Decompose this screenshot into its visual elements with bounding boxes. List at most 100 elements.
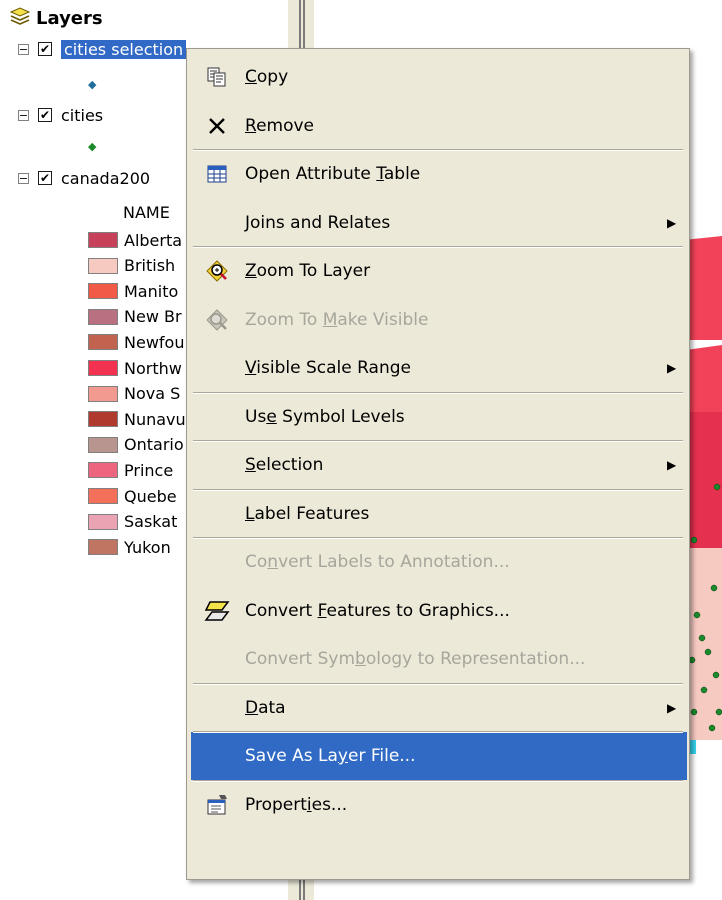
menu-item-label: Properties...	[245, 794, 348, 815]
submenu-arrow-icon: ▶	[667, 361, 677, 375]
copy-icon	[191, 53, 243, 101]
legend-swatch[interactable]	[88, 513, 118, 530]
menu-item-data[interactable]: Data ▶	[191, 684, 687, 732]
layer-row-cities[interactable]: − ✔ cities	[18, 103, 103, 127]
menu-icon-slot	[191, 393, 243, 441]
legend-item[interactable]: Nova S	[88, 384, 180, 404]
menu-item-label: Open Attribute Table	[245, 164, 421, 184]
menu-separator	[193, 391, 683, 394]
legend-item[interactable]: New Br	[88, 307, 182, 327]
menu-separator	[193, 488, 683, 491]
menu-item-convert-labels-to-annotation: Convert Labels to Annotation...	[191, 538, 687, 586]
layer-visibility-checkbox[interactable]: ✔	[38, 171, 52, 185]
menu-item-properties[interactable]: Properties...	[191, 781, 687, 829]
menu-separator	[193, 149, 683, 151]
legend-swatch[interactable]	[88, 488, 118, 504]
legend-item[interactable]: Alberta	[88, 230, 182, 250]
menu-item-zoom-to-make-visible: Zoom To Make Visible	[191, 296, 687, 344]
legend-swatch[interactable]	[88, 334, 118, 351]
menu-item-label: Label Features	[245, 503, 370, 524]
menu-item-selection[interactable]: Selection ▶	[191, 441, 687, 489]
legend-item[interactable]: Manito	[88, 281, 178, 301]
menu-item-label: Zoom To Layer	[245, 261, 371, 281]
menu-separator	[193, 246, 683, 248]
table-icon	[191, 150, 243, 198]
layers-icon	[9, 7, 31, 30]
legend-swatch[interactable]	[88, 436, 118, 453]
menu-icon-slot	[191, 635, 243, 683]
legend-label: Saskat	[124, 512, 178, 532]
submenu-arrow-icon: ▶	[667, 215, 677, 230]
menu-item-label: Copy	[245, 67, 289, 87]
menu-item-label: Joins and Relates	[245, 212, 391, 233]
legend-field-name: NAME	[123, 203, 170, 222]
menu-item-label: Convert Features to Graphics...	[245, 600, 510, 621]
menu-item-label: Convert Symbology to Representation...	[245, 649, 586, 669]
collapse-toggle[interactable]: −	[18, 43, 29, 55]
layer-visibility-checkbox[interactable]: ✔	[38, 42, 52, 56]
legend-swatch[interactable]	[88, 308, 118, 325]
menu-separator	[193, 682, 683, 685]
menu-item-label-features[interactable]: Label Features	[191, 490, 687, 538]
menu-icon-slot	[191, 344, 243, 392]
menu-separator	[193, 731, 683, 733]
menu-item-use-symbol-levels[interactable]: Use Symbol Levels	[191, 393, 687, 441]
legend-label: Nova S	[124, 384, 181, 404]
legend-swatch[interactable]	[88, 360, 118, 376]
legend-item[interactable]: Ontario	[88, 435, 184, 455]
menu-icon-slot	[191, 490, 243, 538]
legend-label: Alberta	[124, 230, 183, 250]
legend-label: Northw	[124, 358, 182, 378]
menu-icon-slot	[191, 684, 243, 732]
zoom-make-visible-icon	[191, 296, 243, 344]
collapse-toggle[interactable]: −	[18, 172, 29, 184]
menu-item-label: Data	[245, 697, 286, 718]
convert-graphics-icon	[191, 587, 243, 635]
menu-item-visible-scale-range[interactable]: Visible Scale Range ▶	[191, 344, 687, 392]
collapse-toggle[interactable]: −	[18, 109, 29, 121]
zoom-to-layer-icon	[191, 247, 243, 295]
menu-item-joins-and-relates[interactable]: Joins and Relates ▶	[191, 199, 687, 247]
layer-name[interactable]: canada200	[61, 169, 150, 188]
properties-icon	[191, 781, 243, 829]
menu-icon-slot	[191, 538, 243, 586]
legend-swatch[interactable]	[88, 283, 118, 300]
menu-item-zoom-to-layer[interactable]: Zoom To Layer	[191, 247, 687, 295]
legend-swatch[interactable]	[88, 539, 118, 556]
legend-swatch[interactable]	[88, 385, 118, 402]
legend-swatch[interactable]	[88, 232, 118, 248]
layer-name[interactable]: cities selection	[61, 39, 187, 59]
legend-item[interactable]: Yukon	[88, 537, 171, 557]
legend-item[interactable]: Prince	[88, 460, 173, 480]
legend-item[interactable]: Quebe	[88, 486, 177, 506]
menu-item-label: Convert Labels to Annotation...	[245, 552, 510, 572]
submenu-arrow-icon: ▶	[667, 458, 677, 472]
legend-item[interactable]: Nunavu	[88, 409, 186, 429]
legend-item[interactable]: Newfou	[88, 332, 184, 352]
toc-title-text: Layers	[36, 8, 103, 29]
menu-item-open-attribute-table[interactable]: Open Attribute Table	[191, 150, 687, 198]
menu-item-convert-features-to-graphics[interactable]: Convert Features to Graphics...	[191, 587, 687, 635]
legend-swatch[interactable]	[88, 411, 118, 428]
menu-item-remove[interactable]: Remove	[191, 102, 687, 150]
remove-icon	[191, 102, 243, 150]
legend-swatch[interactable]	[88, 462, 118, 479]
menu-item-convert-symbology-to-representation: Convert Symbology to Representation...	[191, 635, 687, 683]
layer-visibility-checkbox[interactable]: ✔	[38, 108, 52, 122]
legend-swatch[interactable]	[88, 257, 118, 274]
menu-item-label: Use Symbol Levels	[245, 406, 405, 427]
layer-name[interactable]: cities	[61, 106, 103, 125]
point-symbol-icon: ◆	[88, 140, 97, 153]
menu-separator	[193, 440, 683, 442]
layer-row-cities-selection[interactable]: − ✔ cities selection	[18, 37, 187, 61]
legend-label: Nunavu	[124, 409, 186, 429]
legend-item[interactable]: Saskat	[88, 512, 177, 532]
legend-label: Ontario	[124, 435, 184, 455]
legend-item[interactable]: British	[88, 256, 175, 276]
menu-item-copy[interactable]: Copy	[191, 53, 687, 101]
layer-row-canada[interactable]: − ✔ canada200	[18, 166, 150, 190]
legend-item[interactable]: Northw	[88, 358, 182, 378]
menu-separator	[193, 779, 683, 782]
menu-item-label: Remove	[245, 115, 315, 136]
menu-item-save-as-layer-file[interactable]: Save As Layer File...	[191, 732, 687, 780]
